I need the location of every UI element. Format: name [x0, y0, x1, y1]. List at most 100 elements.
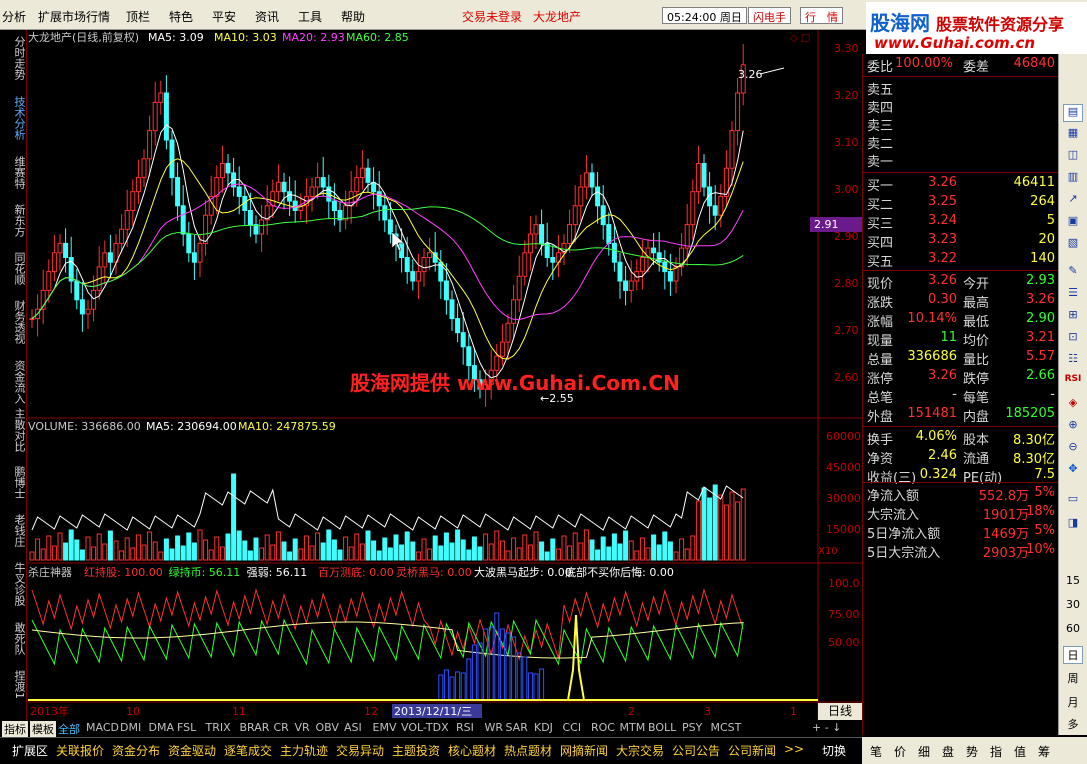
indicator-tab[interactable]: SAR [506, 721, 528, 734]
quote-button[interactable]: 行 情 [800, 7, 843, 24]
bottom-right-tab[interactable]: 值 [1014, 743, 1026, 760]
indicator-tab[interactable]: FSL [177, 721, 196, 734]
left-tab-niedu[interactable]: 捏渡1 [11, 670, 26, 699]
bottom-tab[interactable]: 核心题材 [448, 742, 496, 759]
left-tab-finance[interactable]: 财务透视 [11, 300, 26, 344]
rsi-icon[interactable]: RSI [1063, 374, 1083, 392]
tool-icon[interactable]: ☰ [1063, 286, 1083, 304]
period-30[interactable]: 30 [1063, 598, 1083, 616]
tool-icon[interactable]: ▭ [1063, 492, 1083, 510]
indicator-tab[interactable]: MACD [86, 721, 119, 734]
bottom-right-tab[interactable]: 细 [918, 743, 930, 760]
left-tab-main-retail[interactable]: 主散对比 [11, 408, 26, 452]
left-tab-fundflow[interactable]: 资金流入 [11, 360, 26, 404]
bottom-tab[interactable]: 逐笔成交 [224, 742, 272, 759]
tool-icon[interactable]: ▦ [1063, 126, 1083, 144]
left-tab-niucha[interactable]: 牛叉诊股 [11, 562, 26, 606]
bottom-right-tab[interactable]: 指 [990, 743, 1002, 760]
zoom-out-icon[interactable]: ⊖ [1063, 440, 1083, 458]
login-status[interactable]: 交易未登录 [462, 8, 522, 25]
indicator-tab[interactable]: VOL-TDX [401, 721, 449, 734]
bottom-tab[interactable]: 主题投资 [392, 742, 440, 759]
indicator-tab[interactable]: 模板 [30, 721, 56, 737]
bottom-tab[interactable]: 公司公告 [672, 742, 720, 759]
menu-pingan[interactable]: 平安 [212, 8, 236, 25]
left-tab-gansidui[interactable]: 敢死队 [11, 622, 26, 655]
bottom-tab[interactable]: 切换 [822, 742, 846, 759]
indicator-tab[interactable]: WR [485, 721, 504, 734]
move-icon[interactable]: ✥ [1063, 462, 1083, 480]
tool-icon[interactable]: ⊡ [1063, 330, 1083, 348]
bottom-tab[interactable]: 关联报价 [56, 742, 104, 759]
bottom-tab[interactable]: 资金分布 [112, 742, 160, 759]
kline-chart-svg[interactable]: 大龙地产(日线,前复权) MA5: 3.09 MA10: 3.03 MA20: … [28, 30, 862, 720]
indicator-tab[interactable]: TRIX [206, 721, 231, 734]
indicator-tab[interactable]: OBV [316, 721, 339, 734]
menu-news[interactable]: 资讯 [255, 8, 279, 25]
bottom-tab[interactable]: 热点题材 [504, 742, 552, 759]
menu-special[interactable]: 特色 [169, 8, 193, 25]
menu-tools[interactable]: 工具 [298, 8, 322, 25]
tool-icon[interactable]: ▧ [1063, 236, 1083, 254]
period-week[interactable]: 周 [1063, 670, 1083, 688]
corner-glyphs[interactable]: ◇ □ [790, 33, 810, 44]
period-label[interactable]: 日线 [818, 703, 862, 720]
flash-trade-button[interactable]: 闪电手 [748, 7, 791, 24]
left-tab-pengboshi[interactable]: 鹏博士 [11, 466, 26, 499]
tool-icon[interactable]: ▤ [1063, 104, 1083, 122]
indicator-tab[interactable]: MCST [711, 721, 742, 734]
bottom-right-tab[interactable]: 价 [894, 743, 906, 760]
indicator-tab[interactable]: BOLL [648, 721, 676, 734]
indicator-tab[interactable]: DMI [120, 721, 141, 734]
bottom-tab[interactable]: 大宗交易 [616, 742, 664, 759]
bottom-right-tab[interactable]: 盘 [942, 743, 954, 760]
menu-analysis[interactable]: 分析 [2, 8, 26, 25]
tool-icon[interactable]: ☷ [1063, 352, 1083, 370]
indicator-tab[interactable]: BRAR [240, 721, 270, 734]
indicator-tab[interactable]: EMV [373, 721, 397, 734]
bottom-tab[interactable]: 交易异动 [336, 742, 384, 759]
left-tab-xindongfang[interactable]: 新东方 [11, 204, 26, 237]
bottom-right-tab[interactable]: 笔 [870, 743, 882, 760]
tool-icon[interactable]: ▥ [1063, 170, 1083, 188]
bottom-tab[interactable]: 公司新闻 [728, 742, 776, 759]
menu-topbar[interactable]: 顶栏 [126, 8, 150, 25]
tab-scroll-arrows[interactable]: + - ↓ [812, 721, 841, 734]
period-15[interactable]: 15 [1063, 574, 1083, 592]
tool-icon[interactable]: ▣ [1063, 214, 1083, 232]
tool-icon[interactable]: ⊞ [1063, 308, 1083, 326]
left-tab-technical[interactable]: 技术分析 [11, 96, 26, 140]
tool-icon[interactable]: ✎ [1063, 264, 1083, 282]
menu-ext-market[interactable]: 扩展市场行情 [38, 8, 110, 25]
period-month[interactable]: 月 [1063, 694, 1083, 712]
indicator-tab[interactable]: RSI [456, 721, 474, 734]
indicator-tab[interactable]: MTM [620, 721, 646, 734]
indicator-tab[interactable]: DMA [149, 721, 175, 734]
indicator-tab[interactable]: PSY [682, 721, 702, 734]
tool-icon[interactable]: ◈ [1063, 396, 1083, 414]
tool-icon[interactable]: ◫ [1063, 148, 1083, 166]
indicator-tab[interactable]: KDJ [534, 721, 553, 734]
period-day[interactable]: 日 [1063, 646, 1083, 664]
bottom-right-tab[interactable]: 筹 [1038, 743, 1050, 760]
left-tab-tonghuashun[interactable]: 同花顺 [11, 252, 26, 285]
chart-area[interactable]: 大龙地产(日线,前复权) MA5: 3.09 MA10: 3.03 MA20: … [28, 30, 862, 720]
left-tab-weisaite[interactable]: 维赛特 [11, 156, 26, 189]
bottom-tab[interactable]: 扩展区 [12, 742, 48, 759]
indicator-tab[interactable]: CCI [563, 721, 582, 734]
tool-icon[interactable]: ◨ [1063, 516, 1083, 534]
bottom-tab[interactable]: 网摘新闻 [560, 742, 608, 759]
line-chart-icon[interactable]: ↗ [1063, 192, 1083, 210]
indicator-tab[interactable]: VR [295, 721, 310, 734]
indicator-tab[interactable]: 全部 [58, 721, 80, 737]
period-multi[interactable]: 多 [1063, 716, 1083, 734]
period-60[interactable]: 60 [1063, 622, 1083, 640]
bottom-right-tab[interactable]: 势 [966, 743, 978, 760]
indicator-tab[interactable]: ROC [591, 721, 615, 734]
indicator-tab[interactable]: CR [274, 721, 289, 734]
indicator-tab[interactable]: 指标 [2, 721, 28, 737]
menu-help[interactable]: 帮助 [341, 8, 365, 25]
left-tab-laoqianzhuang[interactable]: 老钱庄 [11, 514, 26, 547]
indicator-tab[interactable]: ASI [344, 721, 362, 734]
bottom-tab[interactable]: >> [784, 742, 804, 756]
